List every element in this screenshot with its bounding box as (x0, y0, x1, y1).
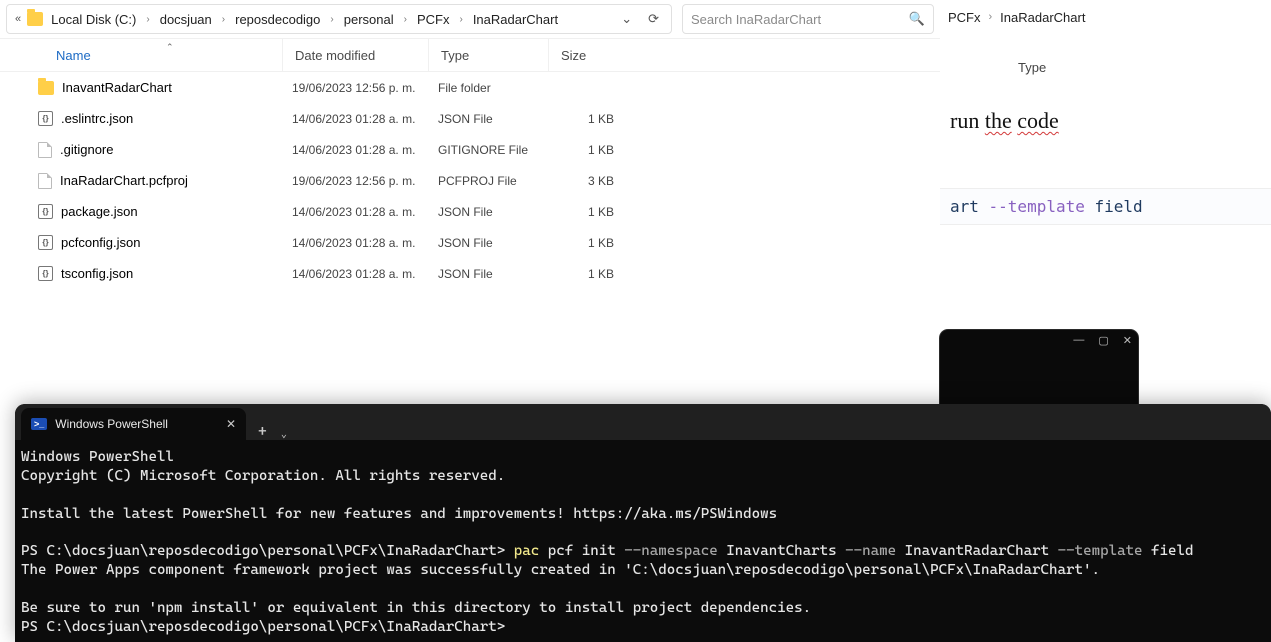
sort-asc-icon: ⌃ (166, 42, 174, 53)
doc-code-partial: art --template field (940, 188, 1271, 225)
file-name: pcfconfig.json (61, 235, 141, 250)
file-date: 14/06/2023 01:28 a. m. (282, 236, 428, 250)
json-file-icon: {} (38, 235, 53, 250)
list-item[interactable]: {} pcfconfig.json 14/06/2023 01:28 a. m.… (38, 227, 940, 258)
breadcrumb-item[interactable]: PCFx (948, 10, 981, 25)
file-size: 1 KB (548, 236, 624, 250)
list-item[interactable]: .gitignore 14/06/2023 01:28 a. m. GITIGN… (38, 134, 940, 165)
file-name: package.json (61, 204, 138, 219)
file-type: JSON File (428, 267, 548, 281)
list-item[interactable]: InavantRadarChart 19/06/2023 12:56 p. m.… (38, 72, 940, 103)
chevron-right-icon: › (402, 14, 409, 25)
term-prompt: PS C:\docsjuan\reposdecodigo\personal\PC… (21, 619, 505, 635)
term-line: The Power Apps component framework proje… (21, 562, 1100, 578)
file-date: 19/06/2023 12:56 p. m. (282, 81, 428, 95)
file-explorer-window: « Local Disk (C:) › docsjuan › reposdeco… (0, 0, 940, 289)
file-name: .gitignore (60, 142, 113, 157)
file-name: InaRadarChart.pcfproj (60, 173, 188, 188)
chevron-right-icon: › (989, 11, 993, 23)
breadcrumb-5[interactable]: InaRadarChart (469, 10, 562, 29)
list-item[interactable]: InaRadarChart.pcfproj 19/06/2023 12:56 p… (38, 165, 940, 196)
maximize-icon[interactable]: ▢ (1098, 334, 1108, 347)
breadcrumb-3[interactable]: personal (340, 10, 398, 29)
file-type: JSON File (428, 112, 548, 126)
file-type: JSON File (428, 236, 548, 250)
file-name: tsconfig.json (61, 266, 133, 281)
breadcrumb-item[interactable]: InaRadarChart (1000, 10, 1085, 25)
close-icon[interactable]: ✕ (1123, 334, 1132, 347)
list-item[interactable]: {} tsconfig.json 14/06/2023 01:28 a. m. … (38, 258, 940, 289)
file-size: 1 KB (548, 143, 624, 157)
close-tab-icon[interactable]: ✕ (226, 417, 236, 431)
list-item[interactable]: {} package.json 14/06/2023 01:28 a. m. J… (38, 196, 940, 227)
search-box[interactable]: 🔍 (682, 4, 934, 34)
search-icon[interactable]: 🔍 (909, 11, 925, 27)
folder-icon (38, 81, 54, 95)
file-size: 1 KB (548, 205, 624, 219)
file-type: PCFPROJ File (428, 174, 548, 188)
file-name: .eslintrc.json (61, 111, 133, 126)
file-size: 3 KB (548, 174, 624, 188)
address-bar[interactable]: « Local Disk (C:) › docsjuan › reposdeco… (6, 4, 672, 34)
tab-title: Windows PowerShell (55, 417, 168, 431)
chevron-right-icon: › (220, 14, 227, 25)
terminal-tab[interactable]: >_ Windows PowerShell ✕ (21, 408, 246, 440)
background-terminal-window[interactable]: — ▢ ✕ (940, 330, 1138, 408)
term-cmd: pac (514, 543, 540, 559)
file-icon (38, 142, 52, 158)
new-tab-button[interactable]: + (246, 422, 279, 440)
address-search-row: « Local Disk (C:) › docsjuan › reposdeco… (0, 0, 940, 38)
file-type: File folder (428, 81, 548, 95)
file-date: 14/06/2023 01:28 a. m. (282, 205, 428, 219)
search-input[interactable] (691, 12, 909, 27)
json-file-icon: {} (38, 266, 53, 281)
file-list: InavantRadarChart 19/06/2023 12:56 p. m.… (0, 72, 940, 289)
file-icon (38, 173, 52, 189)
folder-icon (27, 12, 43, 26)
breadcrumb-2[interactable]: reposdecodigo (231, 10, 324, 29)
file-size: 1 KB (548, 267, 624, 281)
file-date: 14/06/2023 01:28 a. m. (282, 112, 428, 126)
column-date[interactable]: Date modified (282, 39, 428, 71)
tab-dropdown-icon[interactable]: ⌄ (279, 429, 289, 440)
powershell-window: >_ Windows PowerShell ✕ + ⌄ Windows Powe… (15, 404, 1271, 642)
chevron-right-icon: › (328, 14, 335, 25)
list-item[interactable]: {} .eslintrc.json 14/06/2023 01:28 a. m.… (38, 103, 940, 134)
column-type[interactable]: Type (428, 39, 548, 71)
file-name: InavantRadarChart (62, 80, 172, 95)
breadcrumb-1[interactable]: docsjuan (156, 10, 216, 29)
refresh-icon[interactable]: ⟳ (642, 11, 665, 27)
column-size[interactable]: Size (548, 39, 624, 71)
term-line: Install the latest PowerShell for new fe… (21, 506, 777, 522)
term-line: Copyright (C) Microsoft Corporation. All… (21, 468, 505, 484)
background-column-type[interactable]: Type (1018, 60, 1046, 75)
file-date: 19/06/2023 12:56 p. m. (282, 174, 428, 188)
background-breadcrumb: PCFx › InaRadarChart (940, 0, 1271, 34)
powershell-icon: >_ (31, 418, 47, 430)
file-date: 14/06/2023 01:28 a. m. (282, 267, 428, 281)
minimize-icon[interactable]: — (1073, 334, 1084, 347)
term-prompt: PS C:\docsjuan\reposdecodigo\personal\PC… (21, 543, 505, 559)
background-window: PCFx › InaRadarChart Type run the code a… (940, 0, 1271, 34)
json-file-icon: {} (38, 111, 53, 126)
doc-heading-partial: run the code (940, 108, 1271, 134)
file-type: JSON File (428, 205, 548, 219)
terminal-tab-bar: >_ Windows PowerShell ✕ + ⌄ (15, 404, 1271, 440)
json-file-icon: {} (38, 204, 53, 219)
column-name[interactable]: Name (38, 39, 282, 71)
file-type: GITIGNORE File (428, 143, 548, 157)
column-headers: Name Date modified Type Size (0, 38, 940, 72)
dropdown-icon[interactable]: ⌄ (615, 11, 638, 27)
term-line: Be sure to run 'npm install' or equivale… (21, 600, 811, 616)
chevron-right-icon: › (457, 14, 464, 25)
breadcrumb-4[interactable]: PCFx (413, 10, 454, 29)
file-size: 1 KB (548, 112, 624, 126)
breadcrumb-0[interactable]: Local Disk (C:) (47, 10, 140, 29)
terminal-output[interactable]: Windows PowerShell Copyright (C) Microso… (15, 440, 1271, 642)
term-line: Windows PowerShell (21, 449, 174, 465)
history-chevrons-icon[interactable]: « (13, 13, 23, 25)
chevron-right-icon: › (144, 14, 151, 25)
file-date: 14/06/2023 01:28 a. m. (282, 143, 428, 157)
